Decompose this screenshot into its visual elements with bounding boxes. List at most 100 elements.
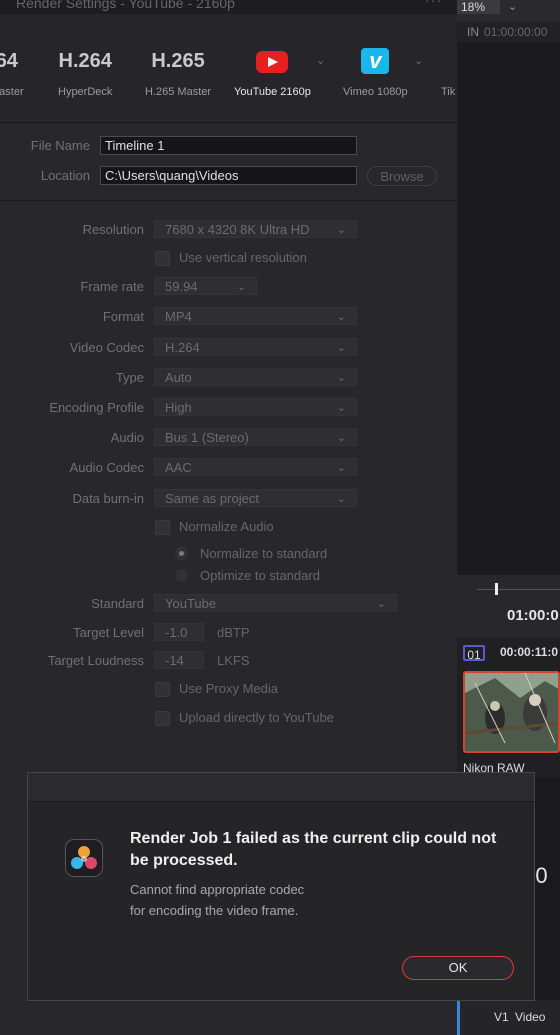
audio-codec-label: Audio Codec bbox=[69, 460, 144, 475]
preset-vimeo-1080p[interactable]: v Vimeo 1080p bbox=[343, 48, 408, 98]
preset-youtube-2160p[interactable]: YouTube 2160p bbox=[234, 48, 311, 98]
proxy-media-label: Use Proxy Media bbox=[179, 681, 278, 696]
browse-button[interactable]: Browse bbox=[367, 166, 437, 186]
video-codec-select[interactable]: H.264 ⌄ bbox=[154, 338, 357, 356]
zoom-select[interactable]: 18% bbox=[457, 0, 500, 14]
encoding-profile-value: High bbox=[165, 400, 192, 415]
viewer-toolbar: 18% ⌄ bbox=[457, 0, 560, 22]
audio-codec-select[interactable]: AAC ⌄ bbox=[154, 458, 357, 476]
preset-hyperdeck[interactable]: H.264 HyperDeck bbox=[58, 48, 112, 98]
frame-rate-value: 59.94 bbox=[165, 279, 198, 294]
playhead[interactable] bbox=[495, 583, 498, 595]
type-select[interactable]: Auto ⌄ bbox=[154, 368, 357, 386]
clip-thumbnail-area: 01 00:00:11:0 Nikon RAW bbox=[457, 637, 560, 777]
audio-codec-value: AAC bbox=[165, 460, 192, 475]
vimeo-icon: v bbox=[343, 48, 408, 74]
dialog-message-line1: Cannot find appropriate codec bbox=[130, 882, 305, 897]
file-name-label: File Name bbox=[30, 138, 90, 153]
chevron-down-icon: ⌄ bbox=[376, 598, 386, 610]
normalize-standard-label: Normalize to standard bbox=[200, 546, 328, 561]
resolution-label: Resolution bbox=[82, 222, 144, 237]
scrubber[interactable]: 01:00:0 bbox=[457, 575, 560, 637]
resolution-value: 7680 x 4320 8K Ultra HD bbox=[165, 222, 310, 237]
chevron-down-icon[interactable]: ⌄ bbox=[316, 54, 325, 67]
target-level-input[interactable]: -1.0 bbox=[154, 623, 204, 641]
preset-h265-label: H.265 Master bbox=[145, 86, 212, 98]
divider bbox=[0, 122, 457, 123]
dialog-message-line2: for encoding the video frame. bbox=[130, 903, 299, 918]
chevron-down-icon: ⌄ bbox=[336, 311, 346, 323]
chevron-down-icon[interactable]: ⌄ bbox=[414, 54, 423, 67]
format-value: MP4 bbox=[165, 309, 192, 324]
data-burn-in-label: Data burn-in bbox=[72, 491, 144, 506]
target-level-unit: dBTP bbox=[217, 625, 250, 640]
ok-button[interactable]: OK bbox=[402, 956, 514, 980]
normalize-standard-radio[interactable] bbox=[175, 547, 188, 560]
vertical-resolution-checkbox[interactable] bbox=[155, 251, 170, 266]
chevron-down-icon: ⌄ bbox=[336, 224, 346, 236]
scrub-line bbox=[477, 589, 560, 590]
type-label: Type bbox=[115, 370, 144, 385]
target-level-label: Target Level bbox=[73, 625, 144, 640]
chevron-down-icon: ⌄ bbox=[336, 342, 346, 354]
target-loudness-label: Target Loudness bbox=[47, 653, 144, 668]
clip-timecode: 00:00:11:0 bbox=[500, 645, 559, 659]
clip-number-badge: 01 bbox=[463, 645, 485, 662]
optimize-standard-radio[interactable] bbox=[175, 569, 188, 582]
audio-select[interactable]: Bus 1 (Stereo) ⌄ bbox=[154, 428, 357, 446]
preset-master[interactable]: 64 Master bbox=[0, 48, 24, 98]
viewer-timecode: 01:00:0 bbox=[507, 607, 559, 624]
preset-hyperdeck-label: HyperDeck bbox=[58, 86, 113, 98]
youtube-icon bbox=[234, 48, 311, 74]
preset-hyperdeck-format: H.264 bbox=[58, 50, 112, 72]
track-header-v1[interactable]: V1 Video bbox=[457, 1000, 560, 1035]
video-codec-value: H.264 bbox=[165, 340, 200, 355]
window-title: Render Settings - YouTube - 2160p bbox=[16, 0, 235, 11]
divider bbox=[0, 200, 457, 201]
video-codec-label: Video Codec bbox=[69, 340, 144, 355]
track-name: Video bbox=[515, 1010, 546, 1024]
proxy-media-checkbox[interactable] bbox=[155, 682, 170, 697]
preset-tiktok-label: Tik bbox=[441, 86, 456, 98]
preset-tiktok-format bbox=[441, 48, 455, 74]
chevron-down-icon: ⌄ bbox=[336, 402, 346, 414]
standard-label: Standard bbox=[91, 596, 144, 611]
normalize-audio-checkbox[interactable] bbox=[155, 520, 170, 535]
chevron-down-icon: ⌄ bbox=[336, 462, 346, 474]
encoding-profile-select[interactable]: High ⌄ bbox=[154, 398, 357, 416]
dialog-header bbox=[28, 773, 534, 802]
format-label: Format bbox=[102, 309, 144, 324]
preset-h265-master[interactable]: H.265 H.265 Master bbox=[145, 48, 211, 98]
data-burn-in-select[interactable]: Same as project ⌄ bbox=[154, 489, 357, 507]
error-dialog: Render Job 1 failed as the current clip … bbox=[27, 772, 535, 1001]
chevron-down-icon: ⌄ bbox=[336, 493, 346, 505]
thumbnail-image bbox=[465, 673, 558, 751]
in-point-row: IN 01:00:00:00 bbox=[457, 22, 560, 42]
chevron-down-icon: ⌄ bbox=[336, 372, 346, 384]
standard-select[interactable]: YouTube ⌄ bbox=[154, 594, 397, 612]
frame-rate-select[interactable]: 59.94 ⌄ bbox=[154, 277, 257, 295]
frame-rate-label: Frame rate bbox=[80, 279, 144, 294]
preset-tiktok[interactable]: Tik bbox=[441, 48, 455, 98]
dialog-title: Render Job 1 failed as the current clip … bbox=[130, 830, 497, 869]
format-select[interactable]: MP4 ⌄ bbox=[154, 307, 357, 325]
file-name-input[interactable]: Timeline 1 bbox=[100, 136, 357, 155]
preset-master-label: Master bbox=[0, 86, 24, 98]
chevron-down-icon: ⌄ bbox=[336, 432, 346, 444]
clip-thumbnail[interactable] bbox=[463, 671, 560, 753]
audio-label: Audio bbox=[110, 430, 144, 445]
resolution-select[interactable]: 7680 x 4320 8K Ultra HD ⌄ bbox=[154, 220, 357, 238]
title-bar: Render Settings - YouTube - 2160p ··· bbox=[0, 0, 457, 14]
in-label: IN bbox=[467, 25, 479, 39]
upload-youtube-checkbox[interactable] bbox=[155, 711, 170, 726]
location-input[interactable]: C:\Users\quang\Videos bbox=[100, 166, 357, 185]
encoding-profile-label: Encoding Profile bbox=[49, 400, 144, 415]
normalize-audio-label: Normalize Audio bbox=[179, 519, 274, 534]
preset-youtube-label: YouTube 2160p bbox=[234, 86, 311, 98]
menu-dots-icon[interactable]: ··· bbox=[425, 0, 442, 8]
type-value: Auto bbox=[165, 370, 192, 385]
video-viewer[interactable] bbox=[457, 42, 560, 575]
chevron-down-icon[interactable]: ⌄ bbox=[508, 0, 517, 13]
target-loudness-input[interactable]: -14 bbox=[154, 651, 204, 669]
preset-h265-format: H.265 bbox=[151, 50, 205, 72]
